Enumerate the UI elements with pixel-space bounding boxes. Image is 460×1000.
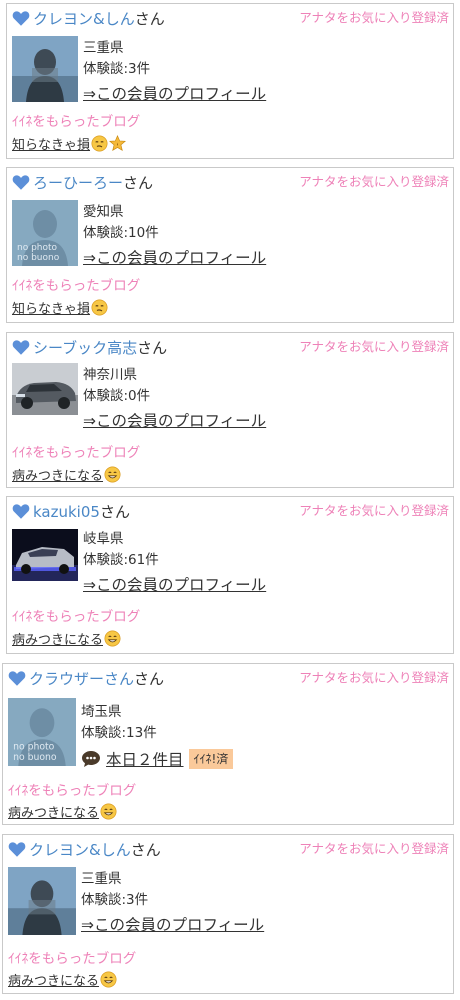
prefecture: 三重県 <box>83 40 124 56</box>
member-name[interactable]: kazuki05さん <box>33 502 130 522</box>
member-avatar[interactable] <box>8 867 76 935</box>
face-icon <box>91 299 108 316</box>
member-info: 神奈川県 体験談:0件 ⇒この会員のプロフィール <box>83 365 266 433</box>
member-card: シーブック高志さん アナタをお気に入り登録済 神奈川県 体験談:0件 ⇒この会員… <box>6 332 454 488</box>
profile-link[interactable]: ⇒この会員のプロフィール <box>81 913 264 937</box>
member-name[interactable]: ろーひーろーさん <box>33 173 153 193</box>
member-card: クレヨン&しんさん アナタをお気に入り登録済 三重県 体験談:3件 ⇒この会員の… <box>6 3 454 159</box>
liked-blog-label: ｲｲﾈをもらったブログ <box>8 783 137 799</box>
favorite-status-label: アナタをお気に入り登録済 <box>299 503 449 518</box>
experience-count: 体験談:0件 <box>83 388 151 404</box>
card-header: ろーひーろーさん アナタをお気に入り登録済 <box>7 168 453 196</box>
experience-count: 体験談:10件 <box>83 225 159 241</box>
prefecture: 神奈川県 <box>83 367 137 383</box>
blog-title-link[interactable]: 病みつきになる <box>8 802 117 821</box>
member-info: 三重県 体験談:3件 ⇒この会員のプロフィール <box>81 869 264 937</box>
blog-title-link[interactable]: 病みつきになる <box>8 970 117 989</box>
blog-title-link[interactable]: 知らなきゃ損 <box>12 134 126 153</box>
today-count-link[interactable]: 本日２件目 <box>106 748 184 770</box>
card-header: クレヨン&しんさん アナタをお気に入り登録済 <box>3 835 453 863</box>
card-header: クレヨン&しんさん アナタをお気に入り登録済 <box>7 4 453 32</box>
member-avatar[interactable] <box>12 36 78 102</box>
member-info: 埼玉県 体験談:13件 本日２件目 ｲｲﾈ!済 <box>81 702 234 770</box>
member-card: クラウザーさんさん アナタをお気に入り登録済 no photo no buono… <box>2 663 454 825</box>
favorite-status-label: アナタをお気に入り登録済 <box>299 841 449 856</box>
iine-done-badge: ｲｲﾈ!済 <box>188 749 234 769</box>
member-name[interactable]: クラウザーさんさん <box>29 669 164 689</box>
card-header: クラウザーさんさん アナタをお気に入り登録済 <box>3 664 453 692</box>
speech-bubble-icon <box>82 751 100 767</box>
experience-count: 体験談:3件 <box>81 892 149 908</box>
profile-link[interactable]: ⇒この会員のプロフィール <box>83 409 266 433</box>
member-card: kazuki05さん アナタをお気に入り登録済 岐阜県 体験談:61件 ⇒この会… <box>6 496 454 654</box>
prefecture: 愛知県 <box>83 204 124 220</box>
member-card: クレヨン&しんさん アナタをお気に入り登録済 三重県 体験談:3件 ⇒この会員の… <box>2 834 454 994</box>
liked-blog-label: ｲｲﾈをもらったブログ <box>12 278 141 294</box>
prefecture: 埼玉県 <box>81 704 122 720</box>
grin-icon <box>100 971 117 988</box>
blog-title-link[interactable]: 病みつきになる <box>12 629 121 648</box>
member-avatar[interactable]: no photo no buono <box>8 698 76 766</box>
member-avatar[interactable] <box>12 363 78 415</box>
member-name[interactable]: クレヨン&しんさん <box>33 9 165 29</box>
grin-icon <box>104 630 121 647</box>
heart-icon <box>12 339 30 356</box>
heart-icon <box>12 10 30 27</box>
star-icon <box>109 135 126 152</box>
experience-count: 体験談:61件 <box>83 552 159 568</box>
blog-title-link[interactable]: 知らなきゃ損 <box>12 298 108 317</box>
svg-text:no buono: no buono <box>13 752 57 763</box>
profile-link[interactable]: ⇒この会員のプロフィール <box>83 82 266 106</box>
member-info: 岐阜県 体験談:61件 ⇒この会員のプロフィール <box>83 529 266 597</box>
card-header: kazuki05さん アナタをお気に入り登録済 <box>7 497 453 525</box>
heart-icon <box>8 670 26 687</box>
svg-text:no buono: no buono <box>17 253 60 263</box>
member-name[interactable]: シーブック高志さん <box>33 338 167 358</box>
prefecture: 岐阜県 <box>83 531 124 547</box>
grin-icon <box>104 466 121 483</box>
profile-link[interactable]: ⇒この会員のプロフィール <box>83 573 266 597</box>
heart-icon <box>12 503 30 520</box>
blog-title-link[interactable]: 病みつきになる <box>12 465 121 484</box>
grin-icon <box>100 803 117 820</box>
liked-blog-label: ｲｲﾈをもらったブログ <box>12 445 141 461</box>
member-info: 愛知県 体験談:10件 ⇒この会員のプロフィール <box>83 202 266 270</box>
member-avatar[interactable] <box>12 529 78 581</box>
liked-blog-label: ｲｲﾈをもらったブログ <box>12 609 141 625</box>
today-status-row: 本日２件目 ｲｲﾈ!済 <box>81 748 234 770</box>
liked-blog-label: ｲｲﾈをもらったブログ <box>12 114 141 130</box>
liked-blog-label: ｲｲﾈをもらったブログ <box>8 951 137 967</box>
face-icon <box>91 135 108 152</box>
card-header: シーブック高志さん アナタをお気に入り登録済 <box>7 333 453 361</box>
favorite-status-label: アナタをお気に入り登録済 <box>299 339 449 354</box>
favorite-status-label: アナタをお気に入り登録済 <box>299 174 449 189</box>
favorite-status-label: アナタをお気に入り登録済 <box>299 10 449 25</box>
member-name[interactable]: クレヨン&しんさん <box>29 840 161 860</box>
experience-count: 体験談:13件 <box>81 725 157 741</box>
heart-icon <box>8 841 26 858</box>
member-info: 三重県 体験談:3件 ⇒この会員のプロフィール <box>83 38 266 106</box>
heart-icon <box>12 174 30 191</box>
favorite-status-label: アナタをお気に入り登録済 <box>299 670 449 685</box>
member-avatar[interactable]: no photo no buono <box>12 200 78 266</box>
experience-count: 体験談:3件 <box>83 61 151 77</box>
prefecture: 三重県 <box>81 871 122 887</box>
member-card: ろーひーろーさん アナタをお気に入り登録済 no photo no buono … <box>6 167 454 323</box>
profile-link[interactable]: ⇒この会員のプロフィール <box>83 246 266 270</box>
svg-text:no photo: no photo <box>17 243 58 253</box>
